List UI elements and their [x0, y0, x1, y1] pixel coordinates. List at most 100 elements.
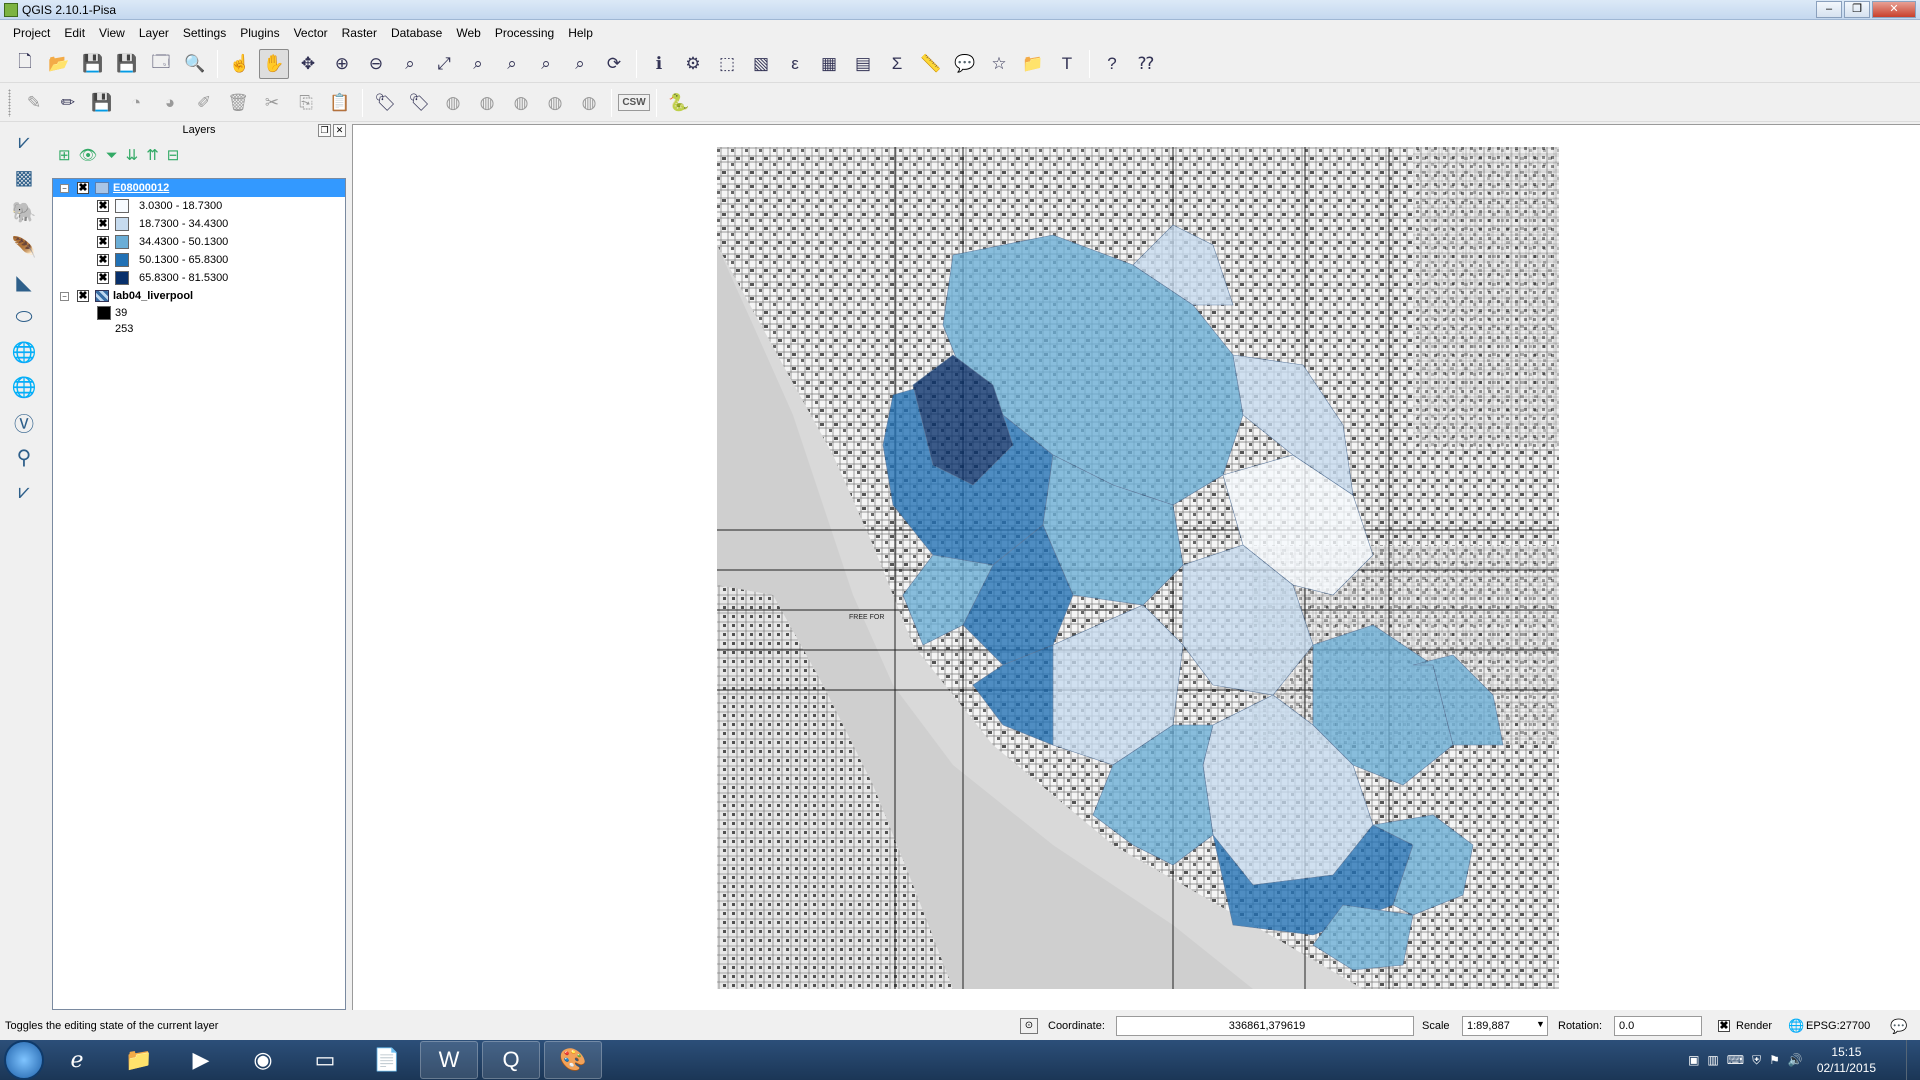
legend-class-row[interactable]: ✖ 34.4300 - 50.1300: [53, 233, 345, 251]
toolbar-grip[interactable]: [8, 88, 11, 117]
whats-this-icon[interactable]: ⁇: [1131, 49, 1161, 79]
layer-visibility-checkbox[interactable]: ✖: [77, 182, 89, 194]
attribute-table-icon[interactable]: ▦: [814, 49, 844, 79]
add-postgis-layer-icon[interactable]: 🐘: [7, 196, 41, 229]
layer-labeling-icon[interactable]: 🏷: [370, 88, 400, 118]
menu-settings[interactable]: Settings: [176, 26, 233, 40]
legend-class-row[interactable]: ✖ 3.0300 - 18.7300: [53, 197, 345, 215]
add-oracle-layer-icon[interactable]: ⬭: [7, 301, 41, 334]
action-center-icon[interactable]: ⚑: [1769, 1053, 1780, 1068]
class-visibility-checkbox[interactable]: ✖: [97, 218, 109, 230]
menu-vector[interactable]: Vector: [287, 26, 335, 40]
maximize-button[interactable]: ❐: [1844, 1, 1870, 18]
paint-icon[interactable]: 🎨: [544, 1041, 602, 1079]
paste-features-icon[interactable]: 📋: [325, 88, 355, 118]
add-group-icon[interactable]: ⊞: [58, 146, 71, 164]
composer-manager-icon[interactable]: 🔍: [180, 49, 210, 79]
layer-name[interactable]: lab04_liverpool: [113, 290, 193, 302]
identify-icon[interactable]: ℹ: [644, 49, 674, 79]
save-as-icon[interactable]: 💾: [112, 49, 142, 79]
text-annotation-icon[interactable]: T: [1052, 49, 1082, 79]
zoom-next-icon[interactable]: ⌕: [565, 49, 595, 79]
word-icon[interactable]: W: [420, 1041, 478, 1079]
media-player-icon[interactable]: ▶: [172, 1041, 230, 1079]
legend-class-row[interactable]: ✖ 18.7300 - 34.4300: [53, 215, 345, 233]
security-icon[interactable]: ⛨: [1752, 1053, 1761, 1068]
zoom-layer-icon[interactable]: ⌕: [497, 49, 527, 79]
collapse-icon[interactable]: −: [60, 183, 69, 193]
volume-icon[interactable]: 🔊: [1788, 1053, 1803, 1068]
layer-name[interactable]: E08000012: [113, 182, 169, 194]
float-panel-icon[interactable]: ❐: [318, 124, 331, 137]
menu-database[interactable]: Database: [384, 26, 449, 40]
show-desktop-button[interactable]: [1906, 1040, 1920, 1080]
new-shapefile-layer-icon[interactable]: ⩗: [7, 476, 41, 509]
open-project-icon[interactable]: 📂: [44, 49, 74, 79]
touch-zoom-icon[interactable]: ☝: [225, 49, 255, 79]
action-icon[interactable]: ⚙: [678, 49, 708, 79]
add-wms-layer-icon[interactable]: 🌐: [7, 336, 41, 369]
menu-view[interactable]: View: [92, 26, 132, 40]
class-visibility-checkbox[interactable]: ✖: [97, 272, 109, 284]
new-print-composer-icon[interactable]: 🗔: [146, 49, 176, 79]
collapse-icon[interactable]: −: [60, 291, 69, 301]
close-panel-icon[interactable]: ✕: [333, 124, 346, 137]
add-feature-icon[interactable]: ◔: [121, 88, 151, 118]
zoom-in-icon[interactable]: ⊕: [327, 49, 357, 79]
zoom-full-icon[interactable]: ⤢: [429, 49, 459, 79]
select-features-icon[interactable]: ⬚: [712, 49, 742, 79]
copy-features-icon[interactable]: ⎘: [291, 88, 321, 118]
minimize-button[interactable]: –: [1816, 1, 1842, 18]
node-tool-icon[interactable]: ✐: [189, 88, 219, 118]
current-edits-icon[interactable]: ✏: [53, 88, 83, 118]
layer-row-e08000012[interactable]: − ✖ E08000012: [53, 179, 345, 197]
rotate-label-icon[interactable]: ◍: [540, 88, 570, 118]
menu-plugins[interactable]: Plugins: [233, 26, 286, 40]
move-label-icon[interactable]: ◍: [506, 88, 536, 118]
show-hide-labels-icon[interactable]: ◍: [472, 88, 502, 118]
legend-class-row[interactable]: ✖ 65.8300 - 81.5300: [53, 269, 345, 287]
highlight-pinned-labels-icon[interactable]: 🏷: [404, 88, 434, 118]
menu-help[interactable]: Help: [561, 26, 600, 40]
keyboard-icon[interactable]: ⌨: [1727, 1053, 1744, 1068]
pan-icon[interactable]: ✋: [259, 48, 289, 79]
clock[interactable]: 15:15 02/11/2015: [1817, 1044, 1876, 1076]
save-edits-icon[interactable]: 💾: [87, 88, 117, 118]
tray-app-icon[interactable]: ▣: [1688, 1053, 1699, 1068]
change-label-icon[interactable]: ◍: [574, 88, 604, 118]
python-console-icon[interactable]: 🐍: [664, 88, 694, 118]
coordinate-field[interactable]: 336861,379619: [1116, 1016, 1414, 1036]
zoom-out-icon[interactable]: ⊖: [361, 49, 391, 79]
refresh-icon[interactable]: ⟳: [599, 49, 629, 79]
collapse-all-icon[interactable]: ⇈: [146, 146, 159, 164]
start-button-icon[interactable]: [4, 1040, 44, 1080]
add-mssql-layer-icon[interactable]: ◣: [7, 266, 41, 299]
remove-layer-icon[interactable]: ⊟: [167, 146, 180, 164]
scale-dropdown-icon[interactable]: ▼: [1536, 1019, 1545, 1029]
add-delimited-text-layer-icon[interactable]: ⚲: [7, 441, 41, 474]
csw-icon[interactable]: CSW: [618, 88, 650, 118]
toggle-editing-icon[interactable]: ✎: [19, 88, 49, 118]
zoom-selection-icon[interactable]: ⌕: [463, 49, 493, 79]
menu-raster[interactable]: Raster: [335, 26, 384, 40]
crs-globe-icon[interactable]: 🌐: [1788, 1018, 1804, 1034]
network-icon[interactable]: ▥: [1707, 1053, 1718, 1068]
field-calculator-icon[interactable]: ▤: [848, 49, 878, 79]
map-tips-icon[interactable]: 💬: [950, 49, 980, 79]
new-project-icon[interactable]: 🗋: [10, 49, 40, 79]
manage-visibility-icon[interactable]: 👁: [79, 146, 98, 164]
pan-to-selection-icon[interactable]: ✥: [293, 49, 323, 79]
menu-project[interactable]: Project: [6, 26, 57, 40]
qgis-taskbar-icon[interactable]: Q: [482, 1041, 540, 1079]
save-project-icon[interactable]: 💾: [78, 49, 108, 79]
map-canvas[interactable]: FREE FOR: [352, 124, 1920, 1010]
zoom-last-icon[interactable]: ⌕: [531, 49, 561, 79]
legend-class-row[interactable]: ✖ 50.1300 - 65.8300: [53, 251, 345, 269]
help-contents-icon[interactable]: ?: [1097, 49, 1127, 79]
class-visibility-checkbox[interactable]: ✖: [97, 254, 109, 266]
rotation-spinbox[interactable]: 0.0: [1614, 1016, 1702, 1036]
class-visibility-checkbox[interactable]: ✖: [97, 236, 109, 248]
acrobat-icon[interactable]: 📄: [358, 1041, 416, 1079]
close-button[interactable]: ✕: [1872, 1, 1916, 18]
render-checkbox[interactable]: ✖: [1718, 1020, 1730, 1032]
